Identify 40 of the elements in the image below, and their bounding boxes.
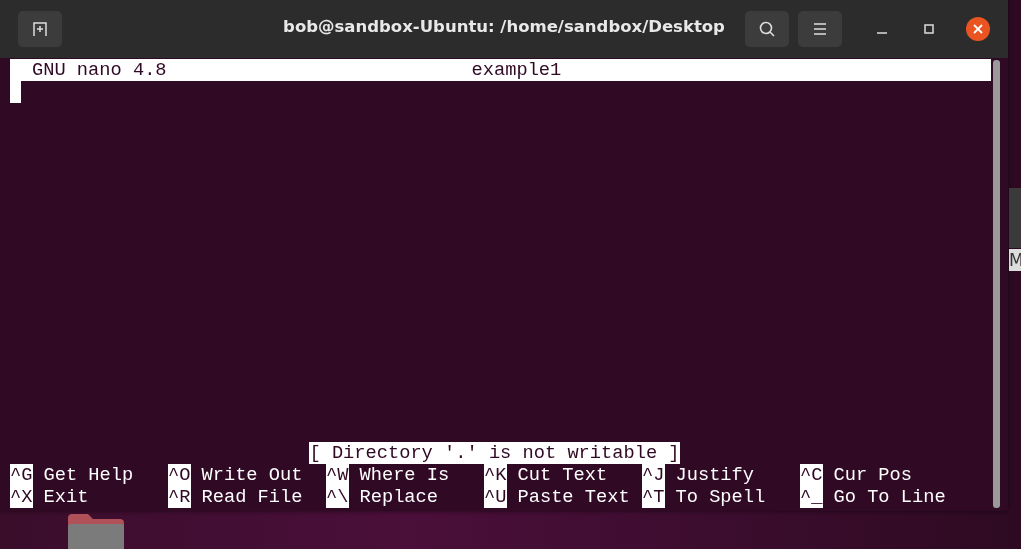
menu-icon bbox=[812, 22, 828, 36]
shortcut-key: ^J bbox=[642, 464, 665, 486]
window-title: bob@sandbox-Ubuntu: /home/sandbox/Desktop bbox=[283, 17, 725, 36]
shortcut-label: Replace bbox=[359, 486, 438, 508]
shortcut-label: Go To Line bbox=[833, 486, 946, 508]
shortcut-key: ^X bbox=[10, 486, 33, 508]
shortcut-key: ^O bbox=[168, 464, 191, 486]
file-name: example1 bbox=[471, 59, 562, 81]
minimize-icon bbox=[877, 32, 887, 34]
shortcut-key: ^G bbox=[10, 464, 33, 486]
shortcut-label: To Spell bbox=[675, 486, 766, 508]
menu-button[interactable] bbox=[798, 11, 842, 47]
maximize-icon bbox=[923, 23, 935, 35]
shortcut-label: Get Help bbox=[43, 464, 134, 486]
shortcut-label: Read File bbox=[201, 486, 303, 508]
close-icon bbox=[973, 24, 983, 34]
search-icon bbox=[758, 20, 776, 38]
folder-icon bbox=[66, 512, 126, 549]
shortcut-label: Exit bbox=[43, 486, 89, 508]
close-button[interactable] bbox=[966, 17, 990, 41]
status-message: [ Directory '.' is not writable ] bbox=[309, 442, 680, 464]
new-tab-icon bbox=[31, 20, 49, 38]
shortcut-label: Justify bbox=[675, 464, 754, 486]
shortcut-label: Cur Pos bbox=[833, 464, 912, 486]
nano-version: GNU nano 4.8 bbox=[32, 59, 167, 81]
shortcut-label: Cut Text bbox=[517, 464, 608, 486]
shortcut-key: ^W bbox=[326, 464, 349, 486]
new-tab-button[interactable] bbox=[18, 11, 62, 47]
scrollbar[interactable] bbox=[993, 60, 1000, 508]
shortcut-key: ^K bbox=[484, 464, 507, 486]
shortcut-key: ^T bbox=[642, 486, 665, 508]
shortcut-key: ^_ bbox=[800, 486, 823, 508]
search-button[interactable] bbox=[745, 11, 789, 47]
shortcut-key: ^C bbox=[800, 464, 823, 486]
shortcut-key: ^R bbox=[168, 486, 191, 508]
shortcut-key: ^U bbox=[484, 486, 507, 508]
shortcut-key: ^\ bbox=[326, 486, 349, 508]
shortcut-label: Where Is bbox=[359, 464, 450, 486]
shortcut-label: Paste Text bbox=[517, 486, 630, 508]
shortcut-label: Write Out bbox=[201, 464, 303, 486]
